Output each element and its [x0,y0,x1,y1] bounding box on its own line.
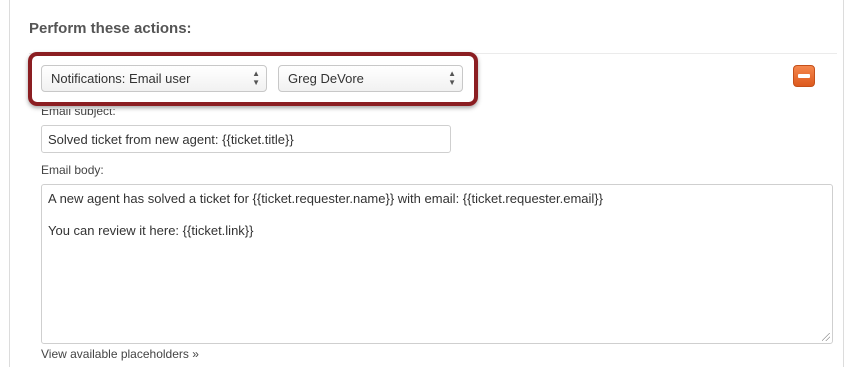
heading-divider [29,53,837,54]
minus-icon [798,74,810,78]
email-body-textarea[interactable]: A new agent has solved a ticket for {{ti… [41,184,833,344]
remove-action-button[interactable] [793,65,815,87]
email-body-label: Email body: [41,163,104,177]
select-arrows-icon: ▲ ▼ [448,69,456,87]
recipient-user-select[interactable]: Greg DeVore ▲ ▼ [278,65,463,92]
email-subject-input[interactable]: Solved ticket from new agent: {{ticket.t… [41,125,451,153]
action-type-select[interactable]: Notifications: Email user ▲ ▼ [41,65,267,92]
email-body-line: A new agent has solved a ticket for {{ti… [48,191,603,206]
email-body-line: You can review it here: {{ticket.link}} [48,223,254,238]
select-arrows-icon: ▲ ▼ [252,69,260,87]
resize-handle-icon[interactable] [822,333,830,341]
action-type-value: Notifications: Email user [51,71,191,86]
recipient-user-value: Greg DeVore [288,71,364,86]
view-placeholders-link[interactable]: View available placeholders » [41,347,199,361]
section-heading: Perform these actions: [29,20,192,37]
